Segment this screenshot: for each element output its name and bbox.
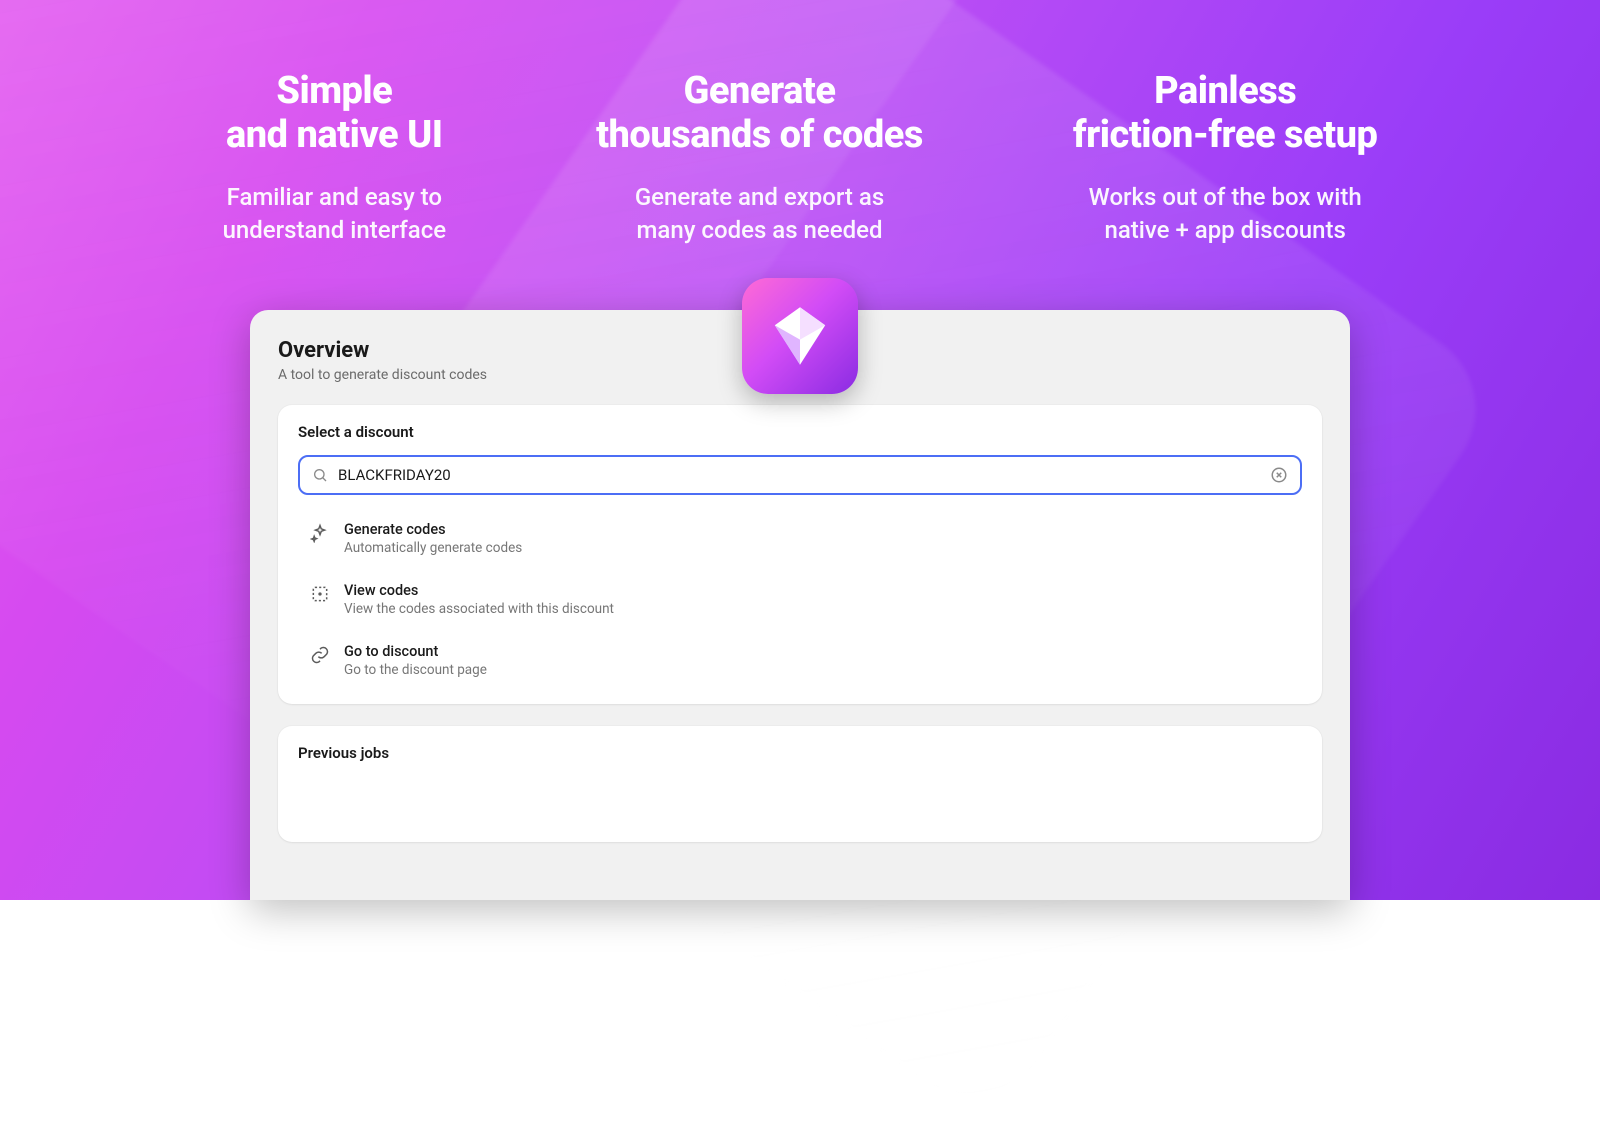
option-title: Go to discount: [344, 643, 487, 660]
option-view-codes[interactable]: View codes View the codes associated wit…: [306, 574, 1294, 625]
hero-title-text: friction-free setup: [1073, 113, 1377, 157]
hero-sub-1: Familiar and easy to understand interfac…: [223, 181, 447, 246]
hero-sub-text: Generate and export as: [635, 183, 884, 211]
search-icon: [312, 467, 328, 483]
hero-title-3: Painless friction-free setup: [1073, 70, 1377, 157]
previous-jobs-title: Previous jobs: [298, 744, 1302, 762]
select-discount-title: Select a discount: [298, 423, 1302, 441]
hero-sub-3: Works out of the box with native + app d…: [1073, 181, 1377, 246]
hero: Simple and native UI Familiar and easy t…: [0, 70, 1600, 246]
clear-search-button[interactable]: [1270, 466, 1288, 484]
search-field[interactable]: [298, 455, 1302, 495]
hero-sub-text: native + app discounts: [1104, 216, 1345, 244]
overview-panel: Overview A tool to generate discount cod…: [250, 310, 1350, 900]
option-go-to-discount[interactable]: Go to discount Go to the discount page: [306, 635, 1294, 686]
option-desc: Automatically generate codes: [344, 540, 522, 556]
option-text: View codes View the codes associated wit…: [344, 582, 614, 617]
app-logo: [742, 278, 858, 394]
previous-jobs-card: Previous jobs: [278, 726, 1322, 842]
hero-col-3: Painless friction-free setup Works out o…: [1073, 70, 1377, 246]
hero-title-text: and native UI: [226, 113, 443, 157]
option-text: Generate codes Automatically generate co…: [344, 521, 522, 556]
hero-title-text: Painless: [1154, 69, 1296, 113]
hero-title-text: thousands of codes: [596, 113, 923, 157]
option-title: View codes: [344, 582, 614, 599]
hero-sub-text: many codes as needed: [637, 216, 883, 244]
option-text: Go to discount Go to the discount page: [344, 643, 487, 678]
hero-title-text: Simple: [276, 69, 392, 113]
hero-sub-text: Works out of the box with: [1089, 183, 1362, 211]
discount-search-input[interactable]: [328, 466, 1270, 484]
option-title: Generate codes: [344, 521, 522, 538]
hero-title-1: Simple and native UI: [223, 70, 447, 157]
discount-options: Generate codes Automatically generate co…: [298, 513, 1302, 686]
hero-col-1: Simple and native UI Familiar and easy t…: [223, 70, 447, 246]
option-generate-codes[interactable]: Generate codes Automatically generate co…: [306, 513, 1294, 564]
hero-title-text: Generate: [684, 69, 836, 113]
diamond-icon: [764, 300, 836, 372]
select-discount-card: Select a discount Generate codes: [278, 405, 1322, 704]
sparkle-icon: [310, 523, 330, 543]
clear-icon: [1270, 466, 1288, 484]
hero-sub-2: Generate and export as many codes as nee…: [596, 181, 923, 246]
hero-col-2: Generate thousands of codes Generate and…: [596, 70, 923, 246]
hero-sub-text: Familiar and easy to: [227, 183, 442, 211]
link-icon: [310, 645, 330, 665]
selection-icon: [310, 584, 330, 604]
option-desc: Go to the discount page: [344, 662, 487, 678]
hero-title-2: Generate thousands of codes: [596, 70, 923, 157]
hero-sub-text: understand interface: [223, 216, 447, 244]
option-desc: View the codes associated with this disc…: [344, 601, 614, 617]
